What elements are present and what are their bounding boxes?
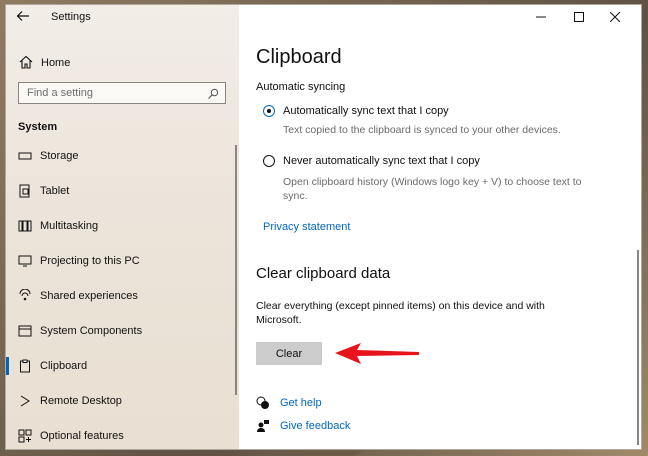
clear-description: Clear everything (except pinned items) o… [256, 300, 545, 326]
sidebar-item-label: Multitasking [40, 220, 99, 232]
tablet-icon [18, 184, 32, 198]
sidebar-item-remote-desktop[interactable]: Remote Desktop [6, 384, 239, 419]
sync-auto-label[interactable]: Automatically sync text that I copy [283, 105, 449, 117]
red-arrow-annotation [335, 343, 419, 364]
shared-experiences-icon [18, 288, 32, 303]
get-help-link[interactable]: Get help [280, 397, 322, 409]
projecting-icon [18, 254, 32, 268]
optional-features-icon [18, 429, 32, 443]
remote-desktop-icon [18, 394, 32, 408]
sidebar-item-shared-experiences[interactable]: Shared experiences [6, 279, 239, 314]
sidebar-item-label: Optional features [40, 430, 124, 442]
home-icon [18, 54, 34, 70]
page-title: Clipboard [256, 46, 342, 68]
active-indicator [6, 357, 9, 375]
multitasking-icon [18, 219, 32, 233]
sidebar-item-label: Storage [40, 150, 79, 162]
storage-icon [18, 149, 32, 163]
close-icon[interactable] [605, 8, 625, 28]
search-input[interactable]: Find a setting [18, 82, 226, 104]
search-placeholder: Find a setting [27, 87, 94, 99]
clear-heading: Clear clipboard data [256, 265, 391, 282]
sync-auto-radio[interactable] [263, 105, 275, 117]
home-nav-item[interactable]: Home [6, 49, 239, 77]
system-components-icon [18, 324, 32, 338]
sidebar-item-system-components[interactable]: System Components [6, 314, 239, 349]
title-bar: Settings [6, 5, 239, 30]
sidebar-item-projecting[interactable]: Projecting to this PC [6, 244, 239, 279]
privacy-link[interactable]: Privacy statement [263, 221, 350, 233]
sidebar-item-storage[interactable]: Storage [6, 143, 239, 174]
main-content: Clipboard Automatic syncing Automaticall… [239, 5, 641, 449]
sidebar: Settings Home Find a setting System Stor… [6, 5, 239, 449]
sidebar-item-label: Remote Desktop [40, 395, 122, 407]
sidebar-nav: Storage Tablet Multitasking Projecting t… [6, 143, 239, 449]
sidebar-item-label: Projecting to this PC [40, 255, 140, 267]
clear-button[interactable]: Clear [256, 342, 322, 365]
sidebar-item-tablet[interactable]: Tablet [6, 174, 239, 209]
search-icon[interactable] [207, 87, 219, 99]
sidebar-item-multitasking[interactable]: Multitasking [6, 209, 239, 244]
sidebar-item-label: Tablet [40, 185, 70, 197]
sidebar-item-label: System Components [40, 325, 143, 337]
sync-never-label[interactable]: Never automatically sync text that I cop… [283, 155, 480, 167]
maximize-icon[interactable] [569, 8, 589, 28]
minimize-icon[interactable] [531, 8, 551, 28]
window-controls [521, 5, 641, 30]
sidebar-item-label: Clipboard [40, 360, 88, 372]
get-help-icon [256, 396, 270, 410]
settings-window: Settings Home Find a setting System Stor… [6, 5, 641, 449]
give-feedback-row[interactable]: Give feedback [256, 418, 456, 436]
sidebar-scrollbar[interactable] [235, 145, 237, 395]
home-label: Home [41, 57, 71, 69]
back-arrow-icon[interactable] [16, 9, 32, 25]
sidebar-item-clipboard[interactable]: Clipboard [6, 349, 239, 384]
sync-never-radio[interactable] [263, 155, 275, 167]
give-feedback-link[interactable]: Give feedback [280, 420, 350, 432]
sync-never-desc: Open clipboard history (Windows logo key… [283, 176, 582, 202]
app-title: Settings [51, 11, 91, 23]
section-title: System [18, 121, 58, 133]
sidebar-item-label: Shared experiences [40, 290, 138, 302]
clipboard-icon [18, 359, 32, 373]
sync-heading: Automatic syncing [256, 81, 346, 93]
sync-auto-desc: Text copied to the clipboard is synced t… [283, 124, 561, 136]
content-scrollbar[interactable] [637, 250, 639, 445]
sidebar-item-optional-features[interactable]: Optional features [6, 419, 239, 449]
give-feedback-icon [256, 419, 270, 433]
get-help-row[interactable]: Get help [256, 395, 456, 413]
